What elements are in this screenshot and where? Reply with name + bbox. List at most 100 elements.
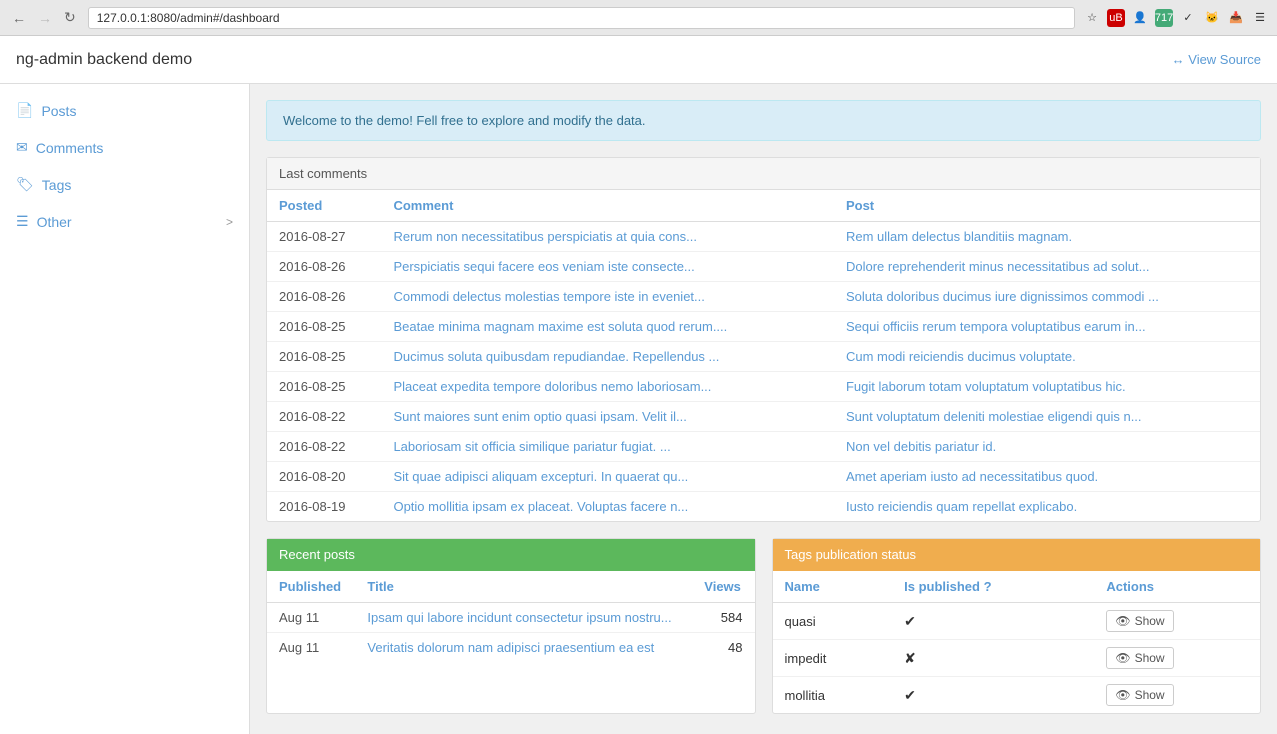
col-actions: Actions — [1094, 571, 1260, 603]
is-published-cell: ✔ — [892, 603, 1094, 640]
comment-cell: Beatae minima magnam maxime est soluta q… — [381, 312, 834, 342]
tag-name-cell: mollitia — [773, 677, 893, 714]
eye-icon: 👁 — [1115, 614, 1130, 628]
show-button[interactable]: 👁 Show — [1106, 647, 1173, 669]
tag-name-cell: impedit — [773, 640, 893, 677]
table-row: 2016-08-25 Beatae minima magnam maxime e… — [267, 312, 1260, 342]
date-cell: 2016-08-22 — [267, 402, 381, 432]
comment-cell: Perspiciatis sequi facere eos veniam ist… — [381, 252, 834, 282]
date-cell: 2016-08-26 — [267, 252, 381, 282]
check-yes-icon: ✔ — [904, 613, 916, 629]
table-row: 2016-08-26 Commodi delectus molestias te… — [267, 282, 1260, 312]
back-button[interactable]: ← — [8, 8, 30, 28]
post-cell: Non vel debitis pariatur id. — [834, 432, 1260, 462]
browser-extension-icons: ☆ uB 👤 717 ✓ 🐱 📥 ☰ — [1083, 9, 1269, 27]
ext-icon-2: 👤 — [1131, 9, 1149, 27]
sidebar-item-posts[interactable]: 📄 Posts — [0, 92, 249, 129]
published-cell: Aug 11 — [267, 633, 355, 663]
tags-status-header-row: Name Is published ? Actions — [773, 571, 1261, 603]
comment-cell: Laboriosam sit officia similique pariatu… — [381, 432, 834, 462]
comment-cell: Optio mollitia ipsam ex placeat. Volupta… — [381, 492, 834, 522]
sidebar-item-posts-label: Posts — [41, 103, 76, 119]
post-cell: Amet aperiam iusto ad necessitatibus quo… — [834, 462, 1260, 492]
table-row: 2016-08-27 Rerum non necessitatibus pers… — [267, 222, 1260, 252]
date-cell: 2016-08-27 — [267, 222, 381, 252]
welcome-message: Welcome to the demo! Fell free to explor… — [283, 113, 646, 128]
table-row: impedit ✘ 👁 Show — [773, 640, 1261, 677]
post-cell: Dolore reprehenderit minus necessitatibu… — [834, 252, 1260, 282]
sidebar-item-other-label: Other — [37, 214, 72, 230]
sidebar-item-tags[interactable]: 🏷 Tags — [0, 166, 249, 203]
last-comments-header: Last comments — [267, 158, 1260, 190]
check-yes-icon: ✔ — [904, 687, 916, 703]
sidebar-item-comments-label: Comments — [36, 140, 104, 156]
col-comment: Comment — [381, 190, 834, 222]
eye-icon: 👁 — [1115, 651, 1130, 665]
menu-icon[interactable]: ☰ — [1251, 9, 1269, 27]
tags-status-table: Name Is published ? Actions quasi ✔ 👁 Sh… — [773, 571, 1261, 713]
published-cell: Aug 11 — [267, 603, 355, 633]
tags-status-panel: Tags publication status Name Is publishe… — [772, 538, 1262, 714]
recent-posts-header: Recent posts — [267, 539, 755, 571]
post-cell: Sequi officiis rerum tempora voluptatibu… — [834, 312, 1260, 342]
table-row: 2016-08-19 Optio mollitia ipsam ex place… — [267, 492, 1260, 522]
table-row: Aug 11 Veritatis dolorum nam adipisci pr… — [267, 633, 755, 663]
browser-chrome: ← → ↻ ☆ uB 👤 717 ✓ 🐱 📥 ☰ — [0, 0, 1277, 36]
actions-cell: 👁 Show — [1094, 640, 1260, 677]
ext-icon-1: uB — [1107, 9, 1125, 27]
bottom-panels: Recent posts Published Title Views Aug 1… — [266, 538, 1261, 730]
date-cell: 2016-08-20 — [267, 462, 381, 492]
posts-icon: 📄 — [16, 102, 33, 119]
actions-cell: 👁 Show — [1094, 603, 1260, 640]
table-row: Aug 11 Ipsam qui labore incidunt consect… — [267, 603, 755, 633]
actions-cell: 👁 Show — [1094, 677, 1260, 714]
is-published-cell: ✔ — [892, 677, 1094, 714]
tags-status-header: Tags publication status — [773, 539, 1261, 571]
address-bar[interactable] — [88, 7, 1075, 29]
sidebar-item-other[interactable]: ☰ Other > — [0, 203, 249, 240]
table-row: 2016-08-25 Ducimus soluta quibusdam repu… — [267, 342, 1260, 372]
show-button[interactable]: 👁 Show — [1106, 610, 1173, 632]
view-source-link[interactable]: ↔ View Source — [1172, 52, 1261, 67]
recent-posts-table: Published Title Views Aug 11 Ipsam qui l… — [267, 571, 755, 662]
table-row: 2016-08-20 Sit quae adipisci aliquam exc… — [267, 462, 1260, 492]
recent-posts-header-row: Published Title Views — [267, 571, 755, 603]
show-button[interactable]: 👁 Show — [1106, 684, 1173, 706]
sidebar-item-comments[interactable]: ✉ Comments — [0, 129, 249, 166]
table-row: 2016-08-22 Laboriosam sit officia simili… — [267, 432, 1260, 462]
app-body: 📄 Posts ✉ Comments 🏷 Tags ☰ Other > — [0, 84, 1277, 734]
post-cell: Rem ullam delectus blanditiis magnam. — [834, 222, 1260, 252]
table-row: mollitia ✔ 👁 Show — [773, 677, 1261, 714]
table-row: quasi ✔ 👁 Show — [773, 603, 1261, 640]
ext-icon-5: 🐱 — [1203, 9, 1221, 27]
reload-button[interactable]: ↻ — [60, 7, 80, 28]
post-cell: Cum modi reiciendis ducimus voluptate. — [834, 342, 1260, 372]
table-row: 2016-08-25 Placeat expedita tempore dolo… — [267, 372, 1260, 402]
col-posted: Posted — [267, 190, 381, 222]
app-header: ng-admin backend demo ↔ View Source — [0, 36, 1277, 84]
recent-posts-panel: Recent posts Published Title Views Aug 1… — [266, 538, 756, 714]
comment-cell: Commodi delectus molestias tempore iste … — [381, 282, 834, 312]
col-is-published: Is published ? — [892, 571, 1094, 603]
comments-icon: ✉ — [16, 139, 28, 156]
col-published: Published — [267, 571, 355, 603]
title-cell: Veritatis dolorum nam adipisci praesenti… — [355, 633, 692, 663]
ext-icon-6: 📥 — [1227, 9, 1245, 27]
welcome-banner: Welcome to the demo! Fell free to explor… — [266, 100, 1261, 141]
forward-button[interactable]: → — [34, 8, 56, 28]
date-cell: 2016-08-25 — [267, 372, 381, 402]
post-cell: Sunt voluptatum deleniti molestiae elige… — [834, 402, 1260, 432]
app-title: ng-admin backend demo — [16, 51, 192, 69]
views-cell: 48 — [692, 633, 754, 663]
sidebar-item-tags-label: Tags — [42, 177, 72, 193]
comment-cell: Rerum non necessitatibus perspiciatis at… — [381, 222, 834, 252]
post-cell: Soluta doloribus ducimus iure dignissimo… — [834, 282, 1260, 312]
table-row: 2016-08-26 Perspiciatis sequi facere eos… — [267, 252, 1260, 282]
date-cell: 2016-08-25 — [267, 312, 381, 342]
post-cell: Fugit laborum totam voluptatum voluptati… — [834, 372, 1260, 402]
table-row: 2016-08-22 Sunt maiores sunt enim optio … — [267, 402, 1260, 432]
date-cell: 2016-08-19 — [267, 492, 381, 522]
ext-icon-3: 717 — [1155, 9, 1173, 27]
col-name: Name — [773, 571, 893, 603]
comment-cell: Ducimus soluta quibusdam repudiandae. Re… — [381, 342, 834, 372]
